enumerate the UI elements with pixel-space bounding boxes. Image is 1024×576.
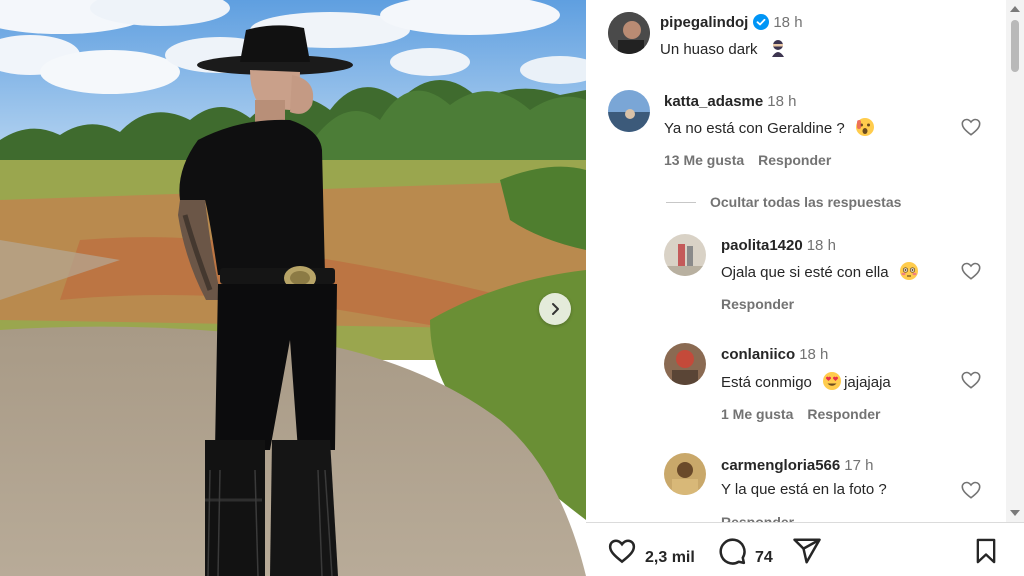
comment-body: Ya no está con Geraldine ?: [664, 120, 845, 137]
comment-time: 17 h: [844, 457, 874, 474]
caption-text: Un huaso dark: [660, 41, 758, 58]
comment-username[interactable]: katta_adasme: [664, 93, 763, 110]
comment-username[interactable]: carmengloria566: [721, 457, 840, 474]
action-bar: 2,3 mil 74: [586, 522, 1024, 576]
like-comment-heart-icon[interactable]: [960, 116, 982, 138]
caption-header: pipegalindoj 18 h: [660, 14, 803, 32]
comments-count[interactable]: 74: [755, 549, 773, 567]
like-comment-heart-icon[interactable]: [960, 369, 982, 391]
comment-likes[interactable]: 1 Me gusta: [721, 406, 793, 422]
avatar[interactable]: [664, 234, 706, 276]
flushed-emoji-icon: [899, 262, 918, 280]
comment-meta: 13 Me gusta Responder: [664, 152, 845, 168]
bookmark-icon[interactable]: [972, 536, 1000, 566]
comment-time: 18 h: [767, 93, 797, 110]
post-author[interactable]: pipegalindoj: [660, 14, 748, 31]
comments-panel: pipegalindoj 18 h Un huaso dark katta_ada…: [586, 0, 1024, 576]
scrollbar[interactable]: [1006, 0, 1024, 522]
comment-likes[interactable]: 13 Me gusta: [664, 152, 744, 168]
avatar[interactable]: [608, 12, 650, 54]
comment-text: Y la que está en la foto ?: [721, 481, 887, 498]
likes-count[interactable]: 2,3 mil: [645, 549, 695, 567]
comment-time: 18 h: [806, 237, 836, 254]
reply-button[interactable]: Responder: [721, 296, 794, 312]
reply-button[interactable]: Responder: [807, 406, 880, 422]
comment-meta: Responder: [721, 296, 808, 312]
comment-username[interactable]: paolita1420: [721, 237, 803, 254]
comment-header: conlaniico 18 h: [721, 346, 828, 364]
scroll-up-arrow[interactable]: [1010, 6, 1020, 12]
photo-image: [0, 0, 586, 576]
comment-username[interactable]: conlaniico: [721, 346, 795, 363]
divider: [666, 201, 696, 203]
scroll-down-arrow[interactable]: [1010, 510, 1020, 516]
verified-icon: [753, 14, 770, 30]
comment-body: Y la que está en la foto ?: [721, 481, 887, 498]
post-photo: [0, 0, 586, 576]
comment-icon[interactable]: [717, 536, 747, 566]
comment-text: Ya no está con Geraldine ?: [664, 117, 875, 137]
avatar[interactable]: [608, 90, 650, 132]
post-caption: Un huaso dark: [660, 38, 788, 58]
comment-body: Ojala que si esté con ella: [721, 264, 889, 281]
reply-button[interactable]: Responder: [721, 514, 794, 522]
comment-header: paolita1420 18 h: [721, 237, 836, 255]
hide-replies-label: Ocultar todas las respuestas: [710, 194, 902, 210]
shocked-emoji-icon: [855, 118, 874, 136]
comment-body: Está conmigo: [721, 374, 812, 391]
comment-meta: Responder: [721, 514, 808, 522]
comment-header: katta_adasme 18 h: [664, 93, 796, 111]
hide-replies-button[interactable]: Ocultar todas las respuestas: [666, 194, 901, 210]
heart-icon[interactable]: [607, 536, 637, 566]
avatar[interactable]: [664, 453, 706, 495]
share-icon[interactable]: [792, 536, 822, 566]
comment-time: 18 h: [799, 346, 829, 363]
like-comment-heart-icon[interactable]: [960, 260, 982, 282]
comment-text: Ojala que si esté con ella: [721, 261, 919, 281]
comment-header: carmengloria566 17 h: [721, 457, 873, 475]
post-time: 18 h: [773, 14, 803, 31]
chevron-right-icon: [552, 303, 559, 315]
comment-text: Está conmigo jajajaja: [721, 371, 891, 391]
comments-list: pipegalindoj 18 h Un huaso dark katta_ada…: [586, 0, 1006, 522]
scroll-thumb[interactable]: [1011, 20, 1019, 72]
reply-button[interactable]: Responder: [758, 152, 831, 168]
comment-body-suffix: jajajaja: [844, 374, 891, 391]
ninja-emoji-icon: [771, 40, 784, 57]
comment-meta: 1 Me gusta Responder: [721, 406, 894, 422]
next-photo-button[interactable]: [539, 293, 571, 325]
heart-eyes-emoji-icon: [823, 372, 842, 390]
avatar[interactable]: [664, 343, 706, 385]
like-comment-heart-icon[interactable]: [960, 479, 982, 501]
